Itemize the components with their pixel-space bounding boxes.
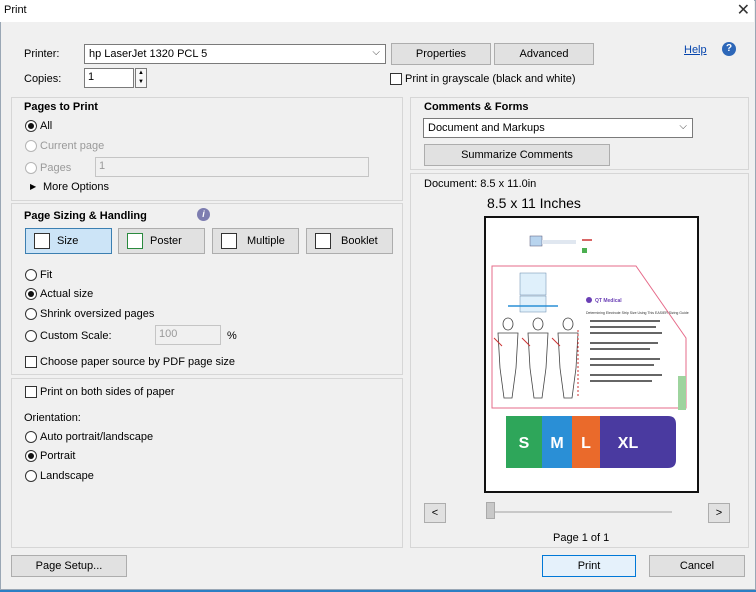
pages-range-input[interactable]: 1 [95, 157, 369, 177]
shrink-label: Shrink oversized pages [40, 308, 155, 320]
close-icon[interactable]: ✕ [737, 0, 750, 22]
paper-size-label: 8.5 x 11 Inches [487, 195, 581, 211]
comments-select[interactable]: Document and Markups ⌵ [423, 118, 693, 138]
print-button[interactable]: Print [542, 555, 636, 577]
custom-scale-input[interactable]: 100 [155, 325, 221, 345]
dialog-title: Print [4, 4, 27, 16]
all-label: All [40, 120, 53, 132]
help-icon[interactable]: ? [722, 42, 736, 56]
orientation-panel [11, 378, 403, 548]
thumb-size-s: S [519, 435, 530, 452]
thumb-size-m: M [550, 435, 563, 452]
duplex-label: Print on both sides of paper [40, 386, 175, 398]
cancel-button[interactable]: Cancel [649, 555, 745, 577]
all-radio[interactable] [25, 120, 37, 132]
page-slider-handle[interactable] [486, 502, 495, 519]
document-size-label: Document: 8.5 x 11.0in [424, 178, 537, 190]
summarize-comments-button[interactable]: Summarize Comments [424, 144, 610, 166]
custom-scale-label: Custom Scale: [40, 330, 112, 342]
pages-to-print-title: Pages to Print [24, 101, 98, 113]
prev-page-button[interactable]: < [424, 503, 446, 523]
duplex-checkbox[interactable] [25, 386, 37, 398]
landscape-radio[interactable] [25, 470, 37, 482]
pages-radio[interactable] [25, 162, 37, 174]
pages-label: Pages [40, 162, 72, 174]
page-preview: QT Medical Determining Electrode Strip S… [484, 216, 699, 493]
chevron-down-icon: ⌵ [372, 47, 380, 58]
fit-label: Fit [40, 269, 53, 281]
comments-title: Comments & Forms [424, 101, 529, 113]
help-link[interactable]: Help [684, 44, 707, 56]
current-page-label: Current page [40, 140, 105, 152]
page-slider-track [486, 511, 672, 513]
next-page-button[interactable]: > [708, 503, 730, 523]
printer-value: hp LaserJet 1320 PCL 5 [89, 48, 208, 60]
advanced-button[interactable]: Advanced [494, 43, 594, 65]
multiple-icon [221, 233, 237, 249]
spinner-up-icon[interactable]: ▲ [136, 69, 146, 78]
thumb-size-xl: XL [618, 435, 639, 452]
auto-orientation-label: Auto portrait/landscape [40, 431, 154, 443]
booklet-button[interactable]: Booklet [306, 228, 393, 254]
title-bar: Print ✕ [0, 0, 754, 22]
custom-scale-radio[interactable] [25, 330, 37, 342]
comments-value: Document and Markups [428, 122, 545, 134]
shrink-radio[interactable] [25, 308, 37, 320]
auto-orientation-radio[interactable] [25, 431, 37, 443]
info-icon[interactable]: i [197, 208, 210, 221]
poster-icon [127, 233, 143, 249]
more-options-link[interactable]: More Options [43, 181, 109, 193]
thumb-size-l: L [581, 435, 591, 452]
spinner-down-icon[interactable]: ▼ [136, 78, 146, 87]
poster-button[interactable]: Poster [118, 228, 205, 254]
page-setup-button[interactable]: Page Setup... [11, 555, 127, 577]
preview-thumbnail: QT Medical Determining Electrode Strip S… [491, 235, 689, 468]
page-sizing-title: Page Sizing & Handling [24, 210, 147, 222]
paper-source-label: Choose paper source by PDF page size [40, 356, 236, 368]
printer-label: Printer: [24, 48, 60, 60]
portrait-radio[interactable] [25, 450, 37, 462]
size-icon [34, 233, 50, 249]
booklet-icon [315, 233, 331, 249]
page-indicator: Page 1 of 1 [553, 532, 610, 544]
orientation-title: Orientation: [24, 412, 81, 424]
grayscale-checkbox[interactable] [390, 73, 402, 85]
thumb-brand: QT Medical [595, 298, 622, 304]
size-button[interactable]: Size [25, 228, 112, 254]
actual-size-radio[interactable] [25, 288, 37, 300]
copies-stepper[interactable]: ▲ ▼ [135, 68, 147, 88]
properties-button[interactable]: Properties [391, 43, 491, 65]
booklet-button-label: Booklet [341, 235, 378, 247]
percent-label: % [227, 330, 237, 342]
thumb-heading: Determining Electrode Strip Size Using T… [586, 311, 689, 315]
current-page-radio[interactable] [25, 140, 37, 152]
expand-triangle-icon[interactable]: ▶ [30, 182, 36, 191]
paper-source-checkbox[interactable] [25, 356, 37, 368]
size-button-label: Size [57, 235, 79, 247]
portrait-label: Portrait [40, 450, 76, 462]
fit-radio[interactable] [25, 269, 37, 281]
chevron-down-icon: ⌵ [679, 121, 687, 132]
multiple-button[interactable]: Multiple [212, 228, 299, 254]
poster-button-label: Poster [150, 235, 182, 247]
copies-label: Copies: [24, 73, 62, 85]
grayscale-label: Print in grayscale (black and white) [405, 73, 576, 85]
multiple-button-label: Multiple [247, 235, 285, 247]
copies-input[interactable]: 1 [84, 68, 134, 88]
actual-size-label: Actual size [40, 288, 94, 300]
printer-select[interactable]: hp LaserJet 1320 PCL 5 ⌵ [84, 44, 386, 64]
landscape-label: Landscape [40, 470, 94, 482]
